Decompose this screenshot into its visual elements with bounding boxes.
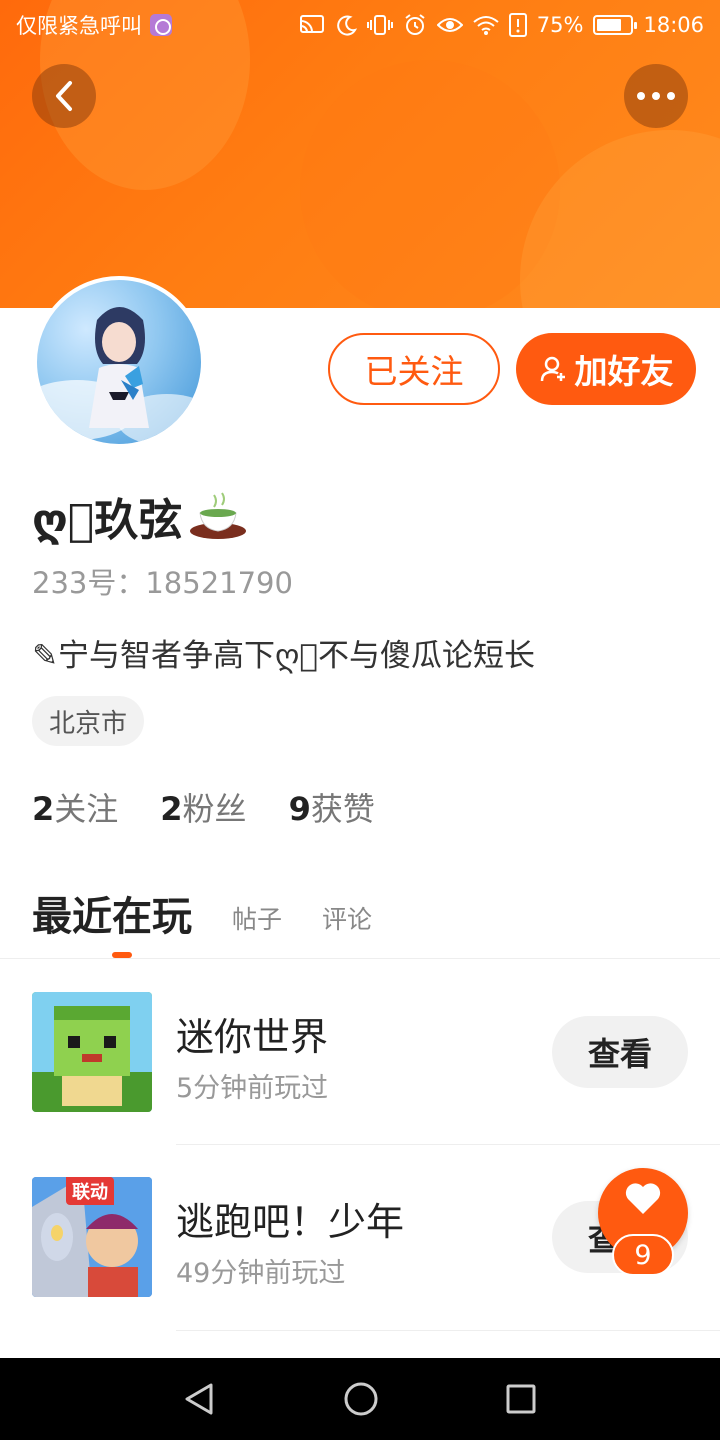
cast-icon — [299, 15, 324, 33]
add-friend-label: 加好友 — [574, 352, 674, 391]
battery-icon — [593, 15, 638, 35]
add-friend-button[interactable]: 加好友 — [516, 333, 696, 405]
game-icon-mini-world — [32, 992, 152, 1112]
moon-icon — [336, 15, 357, 36]
stat-likes[interactable]: 9获赞 — [289, 784, 375, 830]
tab-posts[interactable]: 帖子 — [232, 900, 282, 942]
nav-back-icon[interactable] — [183, 1382, 217, 1416]
nickname: ღ⃢玖弦 — [32, 484, 248, 548]
add-user-icon — [540, 356, 565, 382]
stat-likes-count: 9 — [288, 790, 311, 828]
stat-following-label: 关注 — [54, 790, 119, 828]
notification-app-icon — [150, 14, 172, 36]
avatar-illustration — [37, 307, 201, 444]
battery-percent: 75% — [536, 13, 584, 37]
heart-icon — [625, 1183, 661, 1214]
more-dots-icon — [637, 92, 675, 100]
stat-fans-count: 2 — [160, 790, 183, 828]
like-count-badge: 9 — [612, 1234, 674, 1276]
tab-comments[interactable]: 评论 — [322, 900, 372, 942]
avatar[interactable] — [33, 276, 205, 448]
profile-stats: 2关注 2粉丝 9获赞 — [32, 784, 375, 830]
alert-icon — [508, 13, 527, 37]
game-last-played: 5分钟前玩过 — [176, 1073, 329, 1104]
game-last-played: 49分钟前玩过 — [176, 1258, 346, 1289]
nav-home-icon[interactable] — [343, 1381, 379, 1417]
eye-icon — [436, 18, 463, 32]
followed-button[interactable]: 已关注 — [328, 333, 500, 405]
game-title: 迷你世界 — [176, 1015, 329, 1059]
game-title: 逃跑吧！少年 — [176, 1200, 405, 1244]
status-bar: 仅限紧急呼叫 75% 18:06 — [0, 0, 720, 50]
game-list-item[interactable]: 迷你世界 5分钟前玩过 查看 — [0, 960, 720, 1146]
location-tag: 北京市 — [32, 696, 145, 746]
tea-cup-icon — [190, 492, 247, 539]
more-options-button[interactable] — [624, 64, 688, 128]
nickname-text: ღ⃢玖弦 — [32, 495, 183, 546]
tabs-divider — [0, 958, 720, 959]
system-nav-bar — [0, 1358, 720, 1440]
alarm-icon — [405, 14, 425, 35]
nav-recents-icon[interactable] — [505, 1383, 537, 1415]
stat-following-count: 2 — [32, 790, 55, 828]
row-divider — [176, 1330, 720, 1331]
back-button[interactable] — [32, 64, 96, 128]
tab-recently-played[interactable]: 最近在玩 — [32, 884, 192, 942]
chevron-left-icon — [56, 81, 72, 111]
view-game-button[interactable]: 查看 — [552, 1016, 688, 1088]
bio: ✎宁与智者争高下ღ⃢不与傻瓜论短长 — [32, 638, 535, 674]
wifi-icon — [473, 16, 499, 35]
stat-following[interactable]: 2关注 — [32, 784, 118, 830]
stat-likes-label: 获赞 — [310, 790, 375, 828]
profile-tabs: 最近在玩 帖子 评论 — [32, 884, 372, 942]
user-id: 233号：18521790 — [32, 566, 293, 600]
carrier-text: 仅限紧急呼叫 — [16, 14, 142, 38]
vibrate-icon — [366, 15, 393, 35]
clock: 18:06 — [643, 13, 704, 37]
stat-fans-label: 粉丝 — [182, 790, 247, 828]
stat-fans[interactable]: 2粉丝 — [160, 784, 246, 830]
game-badge: 联动 — [66, 1177, 114, 1205]
